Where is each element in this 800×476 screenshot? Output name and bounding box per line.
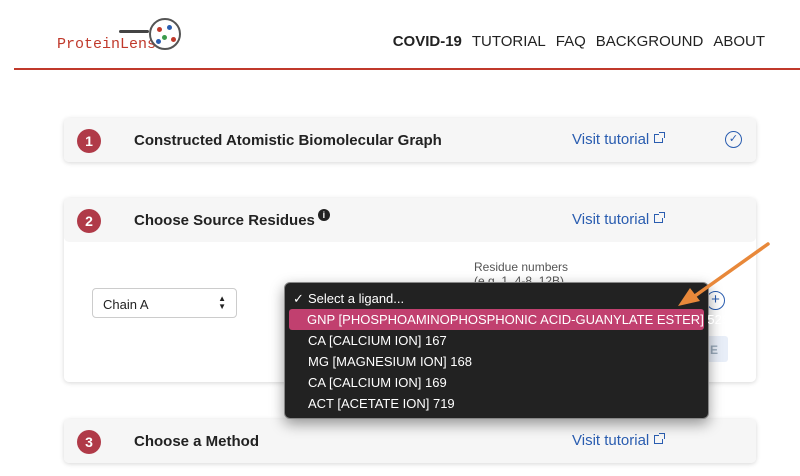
magnifier-handle-icon [119, 30, 149, 33]
chain-select[interactable]: Chain A ▲ ▼ [92, 288, 237, 318]
ligand-option-ca-167[interactable]: CA [CALCIUM ION] 167 [285, 330, 708, 351]
ligand-option-ca-169[interactable]: CA [CALCIUM ION] 169 [285, 372, 708, 393]
header-divider [14, 68, 800, 70]
external-link-icon [654, 212, 666, 223]
nav-tutorial[interactable]: TUTORIAL [472, 33, 546, 50]
checkmark-icon: ✓ [293, 291, 304, 306]
step-1-header[interactable]: 1 Constructed Atomistic Biomolecular Gra… [64, 118, 756, 162]
step-title: Constructed Atomistic Biomolecular Graph [134, 132, 442, 149]
ligand-dropdown[interactable]: ✓ Select a ligand... GNP [PHOSPHOAMINOPH… [284, 282, 729, 419]
step-3-card: 3 Choose a Method Visit tutorial [64, 419, 756, 463]
visit-tutorial-link[interactable]: Visit tutorial [572, 432, 666, 449]
step-1-card: 1 Constructed Atomistic Biomolecular Gra… [64, 118, 756, 162]
step-number-badge: 3 [77, 430, 101, 454]
step-title: Choose Source Residues i [134, 209, 330, 229]
step-title: Choose a Method [134, 433, 260, 450]
step-number-badge: 2 [77, 209, 101, 233]
step-number-badge: 1 [77, 129, 101, 153]
external-link-icon [654, 433, 666, 444]
step-3-header[interactable]: 3 Choose a Method Visit tutorial [64, 419, 756, 463]
visit-tutorial-link[interactable]: Visit tutorial [572, 131, 666, 148]
nav-covid19[interactable]: COVID-19 [393, 33, 462, 50]
dropdown-placeholder-option[interactable]: ✓ Select a ligand... [285, 288, 708, 309]
ligand-option-gnp[interactable]: GNP [PHOSPHOAMINOPHOSPHONIC ACID-GUANYLA… [289, 309, 729, 330]
info-icon[interactable]: i [317, 209, 330, 221]
ligand-option-act-719[interactable]: ACT [ACETATE ION] 719 [285, 393, 708, 414]
ligand-option-mg-168[interactable]: MG [MAGNESIUM ION] 168 [285, 351, 708, 372]
visit-tutorial-link[interactable]: Visit tutorial [572, 211, 666, 228]
external-link-icon [654, 132, 666, 143]
check-circle-icon: ✓ [725, 131, 742, 148]
magnifier-lens-icon [149, 18, 181, 50]
main-nav: COVID-19 TUTORIAL FAQ BACKGROUND ABOUT [393, 33, 765, 50]
app-header: ProteinLens COVID-19 TUTORIAL FAQ BACKGR… [0, 0, 800, 70]
select-arrows-icon: ▲ ▼ [218, 294, 226, 311]
nav-faq[interactable]: FAQ [556, 33, 586, 50]
logo-text: ProteinLens [57, 36, 157, 53]
nav-about[interactable]: ABOUT [713, 33, 765, 50]
chain-select-value: Chain A [103, 297, 149, 312]
annotation-arrow-icon [678, 242, 770, 306]
nav-background[interactable]: BACKGROUND [596, 33, 704, 50]
step-2-header[interactable]: 2 Choose Source Residues i Visit tutorial [64, 198, 756, 242]
